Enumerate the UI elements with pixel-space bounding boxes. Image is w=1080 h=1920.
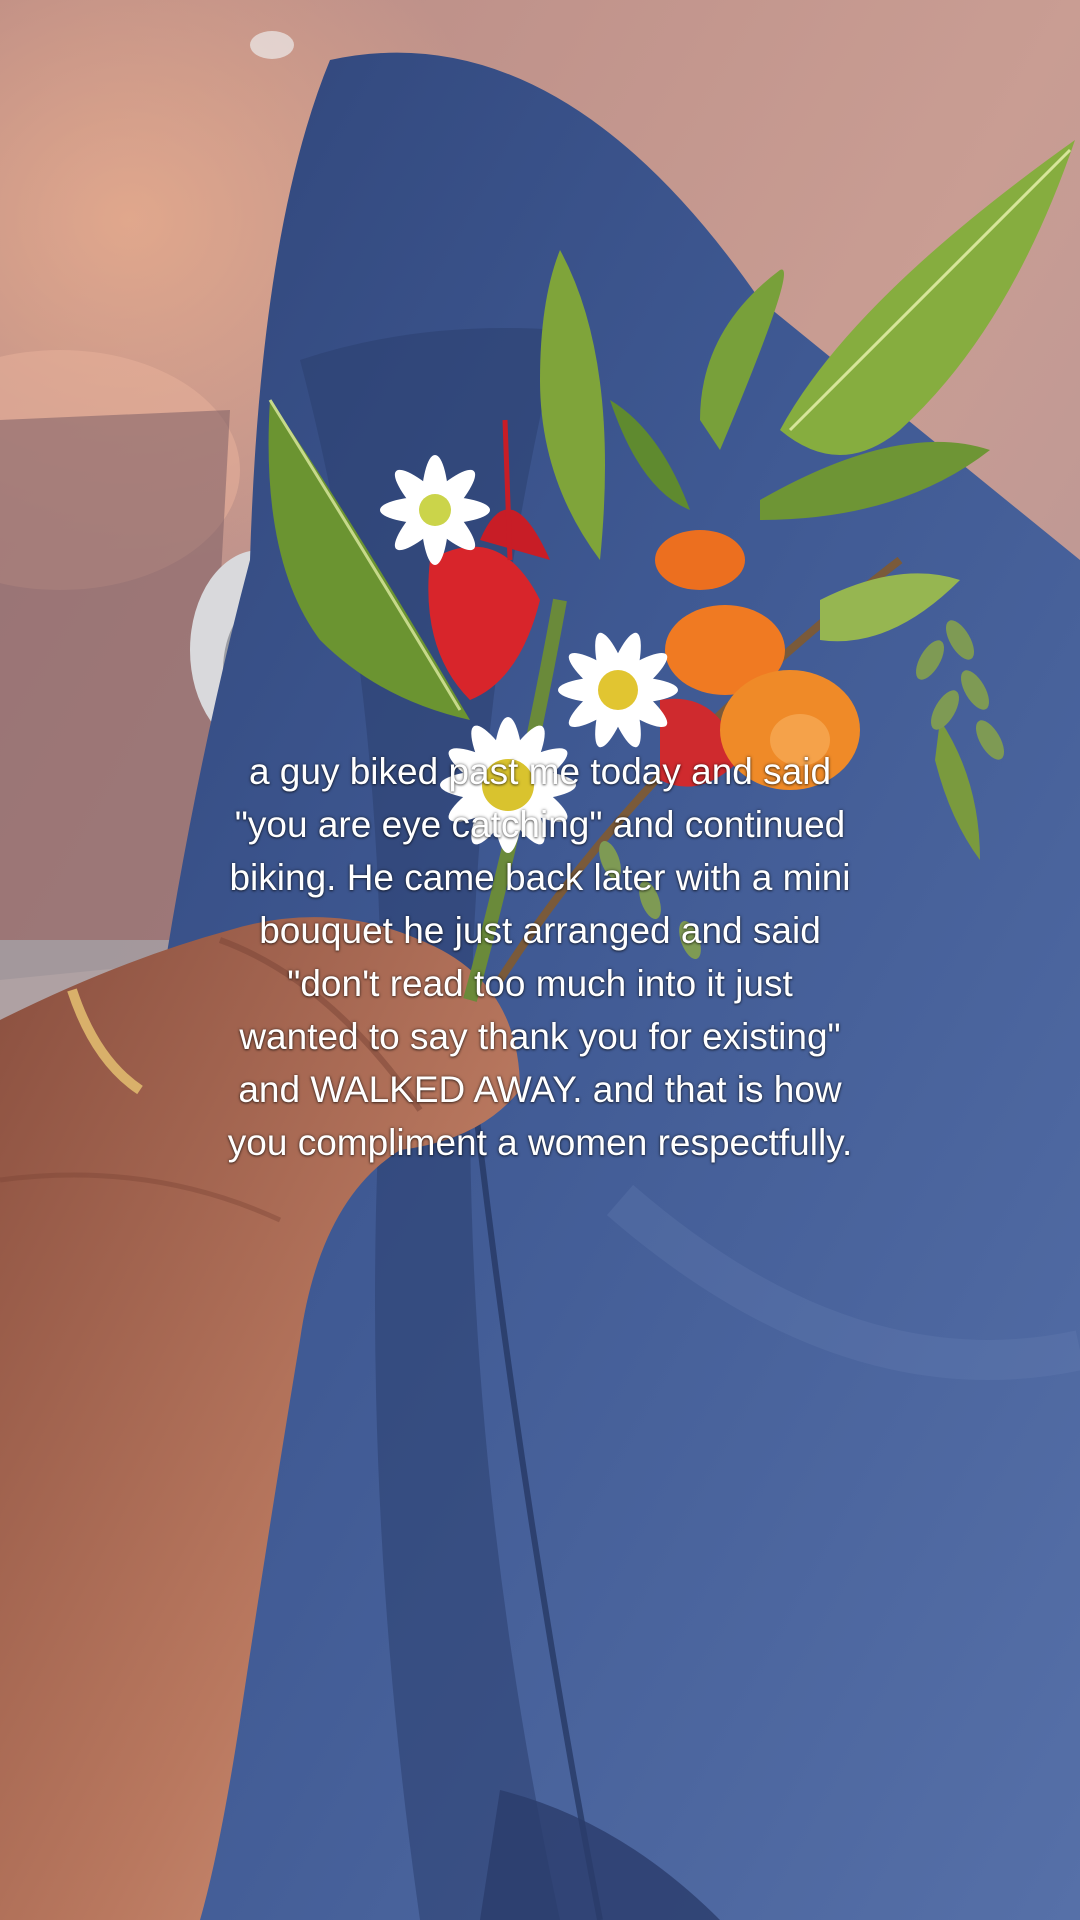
photo-scene: a guy biked past me today and said "you … [0, 0, 1080, 1920]
caption-line: wanted to say thank you for existing" [239, 1016, 841, 1057]
caption-line: "you are eye catching" and continued [234, 804, 846, 845]
caption-line: "don't read too much into it just [287, 963, 793, 1004]
caption-line: and WALKED AWAY. and that is how [238, 1069, 842, 1110]
caption-line: you compliment a women respectfully. [227, 1122, 853, 1163]
caption-line: a guy biked past me today and said [248, 751, 832, 792]
caption-line: bouquet he just arranged and said [259, 910, 821, 951]
caption-line: biking. He came back later with a mini [229, 857, 851, 898]
overlay-caption: a guy biked past me today and said "you … [120, 745, 960, 1169]
